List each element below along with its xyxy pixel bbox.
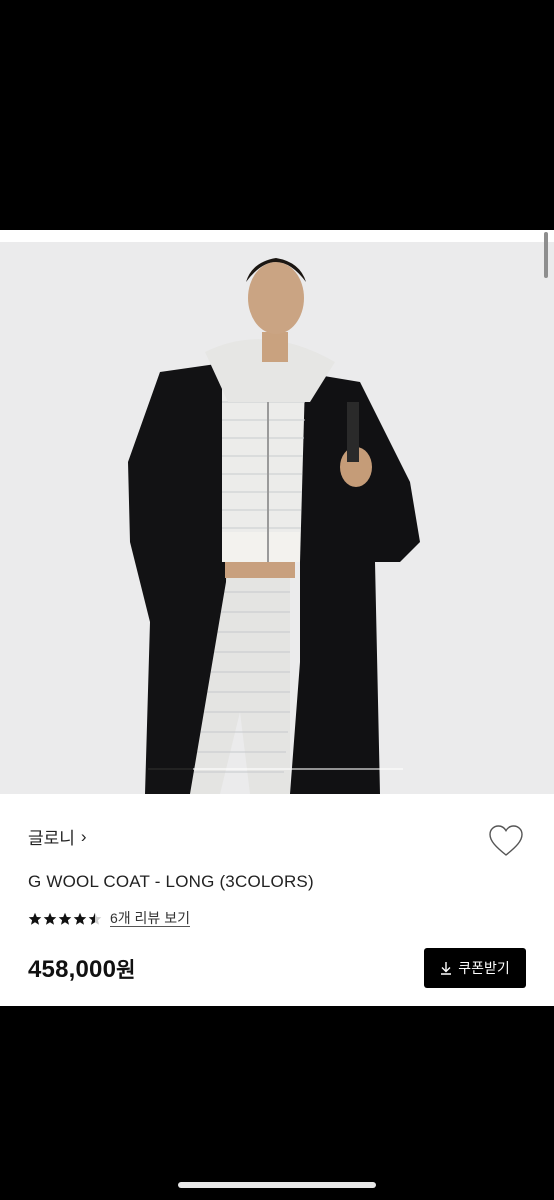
star-icon [88,912,102,925]
price-currency: 원 [116,959,136,982]
download-icon [441,962,452,975]
product-image[interactable] [0,242,554,794]
bottom-letterbox [0,1006,554,1200]
carousel-progress-thumb [148,768,193,770]
star-icon [43,912,57,925]
star-rating [28,912,102,926]
brand-name: 글로니 [28,829,75,848]
review-link[interactable]: 6개 리뷰 보기 [110,910,190,927]
product-info: 글로니 › G WOOL COAT - LONG (3COLORS) 6개 리뷰… [0,794,554,1006]
coupon-button[interactable]: 쿠폰받기 [424,948,526,988]
top-letterbox [0,0,554,230]
price: 458,000 원 [28,954,135,984]
scrollbar[interactable] [544,232,548,278]
product-title: G WOOL COAT - LONG (3COLORS) [28,872,314,891]
heart-outline-icon[interactable] [488,824,524,858]
star-icon [73,912,87,925]
star-icon [28,912,42,925]
chevron-right-icon: › [80,826,87,846]
price-value: 458,000 [28,956,117,983]
home-indicator[interactable] [178,1182,376,1188]
coupon-button-label: 쿠폰받기 [458,960,510,976]
rating-row: 6개 리뷰 보기 [28,910,190,927]
star-icon [58,912,72,925]
brand-link[interactable]: 글로니 › [28,824,87,849]
